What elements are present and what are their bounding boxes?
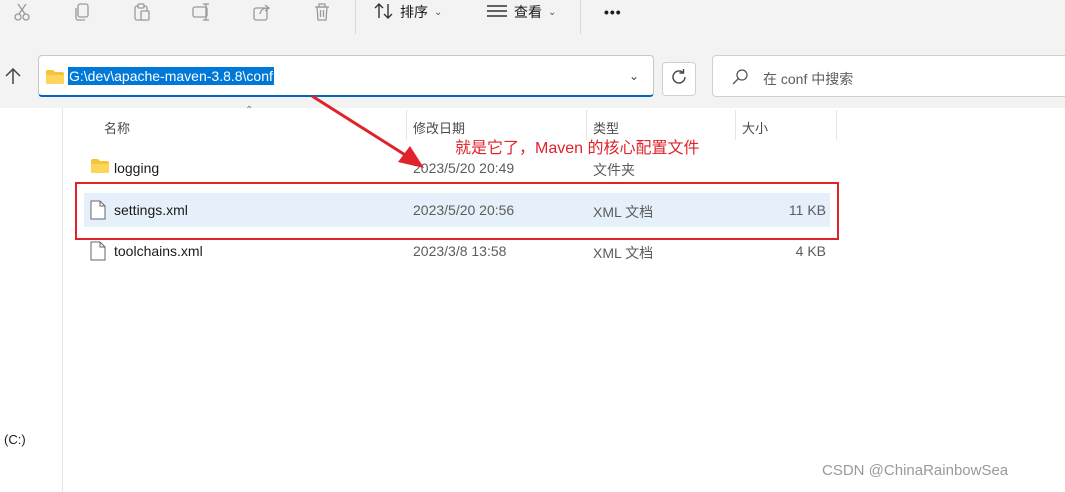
annotation-arrow (311, 94, 424, 168)
nav-drive-label[interactable]: (C:) (4, 432, 26, 447)
annotation-text: 就是它了，Maven 的核心配置文件 (455, 140, 700, 157)
watermark: CSDN @ChinaRainbowSea (822, 462, 1009, 479)
